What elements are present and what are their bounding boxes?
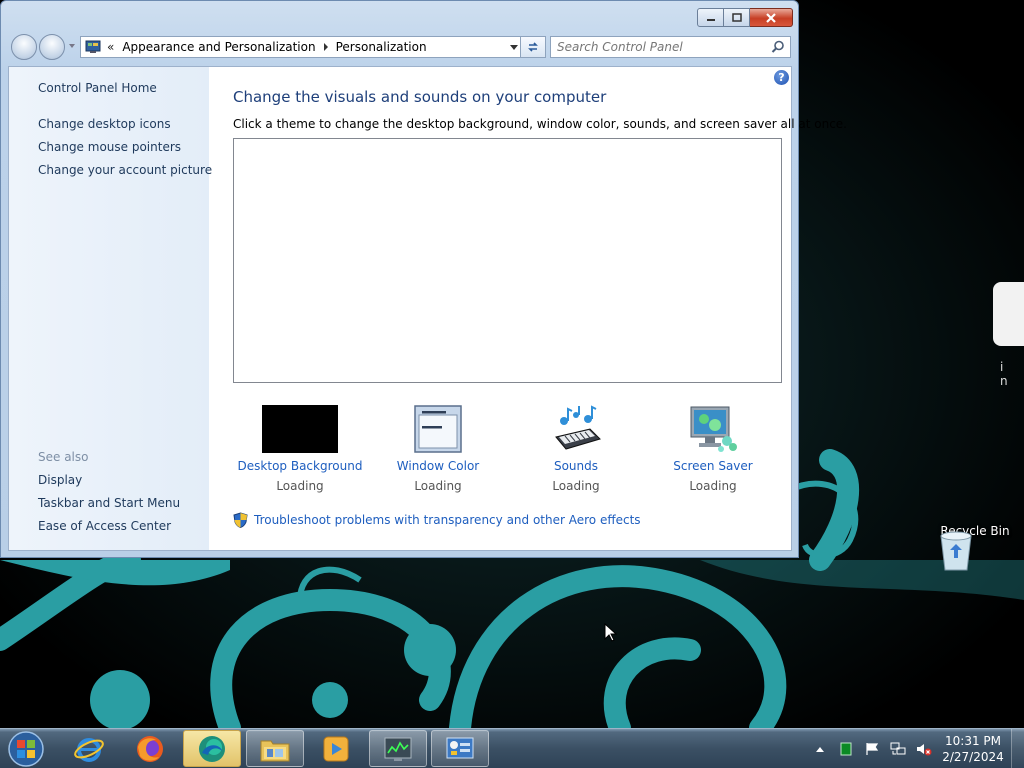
taskbar-start-menu-link[interactable]: Taskbar and Start Menu: [38, 496, 180, 510]
refresh-button[interactable]: [520, 36, 546, 58]
uac-shield-icon: [233, 512, 248, 528]
app-status-icon: [840, 742, 852, 756]
close-icon: [766, 12, 776, 23]
volume-muted-icon: [917, 744, 932, 756]
gadget-text: i n: [1000, 360, 1016, 388]
address-bar[interactable]: « Appearance and Personalization Persona…: [80, 36, 523, 58]
desktop-background-label[interactable]: Desktop Background: [230, 459, 370, 473]
navigation-bar: « Appearance and Personalization Persona…: [9, 34, 791, 60]
screen-saver-status: Loading: [689, 479, 737, 493]
window-color-status: Loading: [414, 479, 462, 493]
network-status[interactable]: [890, 741, 906, 757]
address-overflow[interactable]: «: [107, 40, 114, 54]
volume-control[interactable]: [916, 741, 932, 757]
page-instructions: Click a theme to change the desktop back…: [233, 117, 847, 131]
screen-saver-label[interactable]: Screen Saver: [643, 459, 783, 473]
back-button[interactable]: [11, 34, 37, 60]
action-center[interactable]: [864, 741, 880, 757]
display-link[interactable]: Display: [38, 473, 82, 487]
recycle-bin-icon: [940, 531, 972, 571]
screen-saver-icon: [690, 406, 737, 452]
minimize-button[interactable]: [697, 8, 724, 27]
address-dropdown-icon[interactable]: [510, 45, 518, 50]
maximize-icon: [731, 13, 742, 22]
desktop-background-icon: [262, 405, 338, 453]
clock-date: 2/27/2024: [942, 750, 1004, 764]
search-icon[interactable]: [771, 40, 785, 54]
ease-of-access-link[interactable]: Ease of Access Center: [38, 519, 171, 533]
mouse-cursor-icon: [604, 623, 618, 642]
chevron-up-icon: [816, 747, 824, 752]
close-button[interactable]: [750, 8, 793, 27]
taskbar-edge[interactable]: [183, 730, 241, 767]
window-color-label[interactable]: Window Color: [368, 459, 508, 473]
media-player-icon: [323, 736, 349, 761]
file-explorer-icon: [260, 740, 290, 761]
show-hidden-icons-button[interactable]: [812, 741, 828, 757]
flag-icon: [866, 743, 879, 755]
window-color-icon: [414, 405, 462, 453]
main-pane: ? Change the visuals and sounds on your …: [209, 67, 847, 550]
page-title: Change the visuals and sounds on your co…: [233, 88, 607, 106]
control-panel-icon: [446, 737, 474, 758]
troubleshoot-aero-label[interactable]: Troubleshoot problems with transparency …: [254, 513, 641, 527]
forward-button[interactable]: [39, 34, 65, 60]
minimize-icon: [706, 18, 715, 21]
desktop-background-status: Loading: [276, 479, 324, 493]
caption-buttons: [697, 8, 793, 27]
show-desktop-button[interactable]: [1011, 729, 1024, 768]
recent-pages-dropdown[interactable]: [69, 44, 75, 48]
breadcrumb-personalization[interactable]: Personalization: [336, 40, 427, 54]
sounds-icon: [555, 405, 601, 450]
search-input[interactable]: [551, 37, 762, 56]
tray-green-app[interactable]: [838, 741, 854, 757]
troubleshoot-aero-link[interactable]: Troubleshoot problems with transparency …: [233, 512, 641, 528]
internet-explorer-icon: [74, 737, 104, 762]
screen-saver-option[interactable]: Screen Saver Loading: [643, 403, 783, 493]
firefox-icon: [137, 735, 163, 762]
system-clock[interactable]: 10:31 PM 2/27/2024: [938, 733, 1008, 765]
clock-time: 10:31 PM: [945, 734, 1001, 748]
start-button[interactable]: [6, 729, 46, 768]
recycle-bin-shortcut[interactable]: Recycle Bin: [938, 524, 1012, 571]
gadget-panel[interactable]: [993, 282, 1024, 346]
help-icon[interactable]: ?: [774, 70, 789, 85]
content-area: Control Panel Home Change desktop icons …: [8, 66, 847, 551]
change-account-picture-link[interactable]: Change your account picture: [38, 163, 212, 177]
control-panel-home-link[interactable]: Control Panel Home: [38, 81, 157, 95]
breadcrumb-appearance[interactable]: Appearance and Personalization: [122, 40, 315, 54]
taskbar-firefox[interactable]: [121, 730, 179, 767]
breadcrumb-separator-icon[interactable]: [323, 43, 328, 51]
control-panel-icon: [85, 40, 101, 53]
notification-area: [812, 729, 942, 768]
sounds-status: Loading: [552, 479, 600, 493]
taskbar-task-manager[interactable]: [369, 730, 427, 767]
windows-orb-icon: [8, 731, 44, 767]
personalization-window: « Appearance and Personalization Persona…: [0, 0, 847, 558]
edge-icon: [199, 735, 225, 762]
taskbar: 10:31 PM 2/27/2024: [0, 728, 1024, 768]
taskbar-internet-explorer[interactable]: [60, 730, 118, 767]
taskbar-media-player[interactable]: [307, 730, 365, 767]
taskbar-control-panel[interactable]: [431, 730, 489, 767]
desktop-background-option[interactable]: Desktop Background Loading: [230, 403, 370, 493]
sounds-label[interactable]: Sounds: [506, 459, 646, 473]
refresh-icon: [528, 42, 538, 52]
change-mouse-pointers-link[interactable]: Change mouse pointers: [38, 140, 181, 154]
window-color-option[interactable]: Window Color Loading: [368, 403, 508, 493]
theme-list[interactable]: [233, 138, 782, 383]
sounds-option[interactable]: Sounds Loading: [506, 403, 646, 493]
maximize-button[interactable]: [724, 8, 750, 27]
taskbar-file-explorer[interactable]: [246, 730, 304, 767]
change-desktop-icons-link[interactable]: Change desktop icons: [38, 117, 171, 131]
search-box[interactable]: [550, 36, 791, 58]
task-manager-icon: [384, 737, 412, 761]
left-pane: Control Panel Home Change desktop icons …: [9, 67, 212, 550]
see-also-heading: See also: [38, 450, 89, 464]
network-icon: [890, 742, 906, 755]
